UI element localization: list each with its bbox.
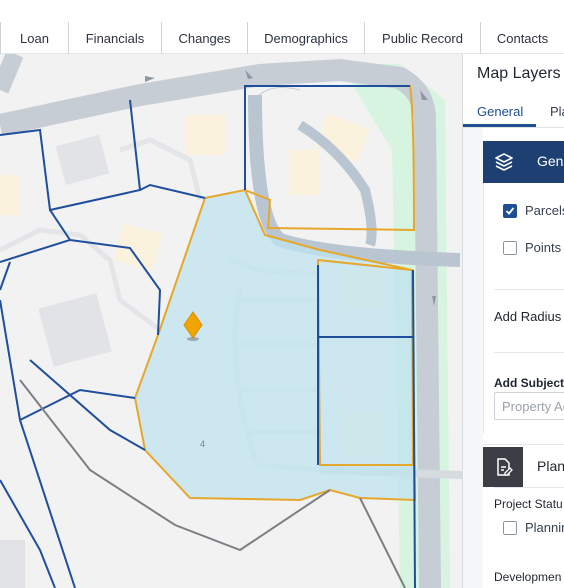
planning-section-header[interactable]: Plan — [483, 444, 564, 487]
tab-financials[interactable]: Financials — [68, 22, 161, 54]
top-navigation: Loan Financials Changes Demographics Pub… — [0, 0, 564, 54]
tab-planning[interactable]: Pla — [550, 104, 564, 119]
building — [185, 115, 225, 155]
map-view[interactable]: 4 — [0, 54, 462, 588]
map-canvas[interactable]: 4 — [0, 54, 462, 588]
planning-option-label: Plannin — [525, 520, 564, 535]
tab-loan[interactable]: Loan — [0, 22, 68, 54]
points-option[interactable]: Points o — [503, 240, 564, 255]
divider — [494, 487, 564, 488]
active-tab-indicator — [463, 124, 536, 127]
map-layers-panel: Map Layers General Pla Gen Parcels Point… — [462, 54, 564, 588]
edit-document-icon — [483, 447, 523, 487]
parcels-checkbox[interactable] — [503, 203, 517, 218]
parcel-number-label: 4 — [200, 439, 205, 449]
parcels-option[interactable]: Parcels — [503, 203, 564, 218]
tab-public-record[interactable]: Public Record — [364, 22, 480, 54]
tab-changes[interactable]: Changes — [161, 22, 247, 54]
add-subject-label: Add Subject — [494, 376, 564, 390]
general-section-header[interactable]: Gen — [483, 141, 564, 183]
general-section-title: Gen — [537, 153, 564, 169]
building — [0, 540, 25, 588]
panel-title: Map Layers — [477, 65, 561, 82]
points-label: Points o — [525, 240, 564, 255]
tab-demographics[interactable]: Demographics — [247, 22, 364, 54]
tab-general[interactable]: General — [477, 104, 523, 119]
tab-contacts[interactable]: Contacts — [480, 22, 564, 54]
points-checkbox[interactable] — [503, 240, 517, 255]
planning-checkbox[interactable] — [503, 520, 517, 535]
planning-option[interactable]: Plannin — [503, 520, 564, 535]
divider — [494, 352, 564, 353]
building — [290, 150, 320, 195]
add-radius-label: Add Radius — [494, 309, 562, 324]
project-status-label: Project Statu — [494, 497, 563, 511]
panel-gutter — [463, 128, 483, 588]
layers-icon — [483, 141, 525, 183]
building — [0, 175, 20, 215]
top-strip — [0, 0, 564, 22]
planning-section-title: Plan — [537, 458, 564, 474]
divider — [494, 289, 564, 290]
development-label: Developmen — [494, 570, 562, 584]
property-address-input[interactable]: Property Ac — [494, 392, 564, 420]
tab-bar: Loan Financials Changes Demographics Pub… — [0, 22, 564, 54]
parcels-label: Parcels — [525, 203, 564, 218]
close-icon[interactable] — [558, 65, 564, 81]
